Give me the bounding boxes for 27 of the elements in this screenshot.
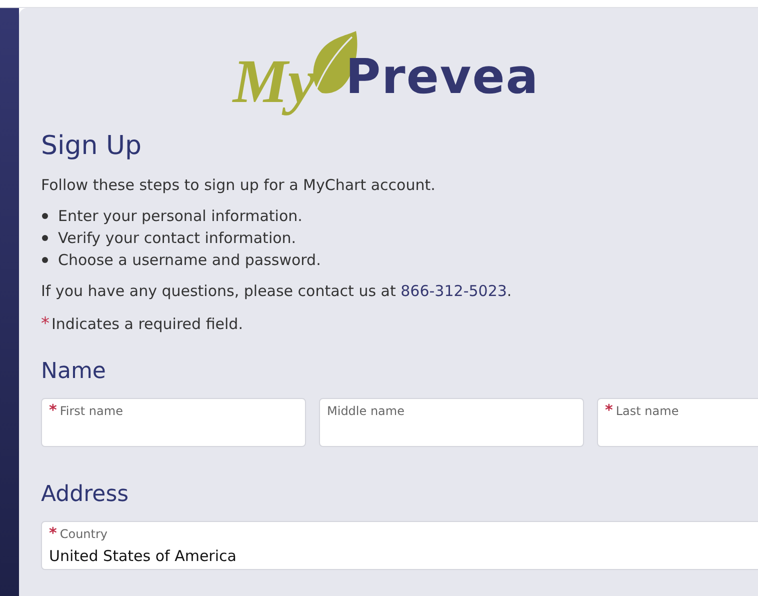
required-icon: * xyxy=(49,527,57,539)
required-icon: * xyxy=(49,404,57,416)
input-field[interactable]: * First name xyxy=(41,398,306,447)
section-heading: Name xyxy=(41,358,107,386)
contact-text: If you have any questions, please contact us at 866-312-5023. xyxy=(41,281,513,301)
phone-link[interactable]: 866-312-5023 xyxy=(400,282,507,300)
input-field[interactable]: Middle name xyxy=(319,398,584,447)
section-heading: Address xyxy=(41,481,130,509)
required-icon: * xyxy=(605,404,613,416)
logo: My Prevea xyxy=(232,31,540,121)
step-text: Enter your personal information. xyxy=(58,206,302,227)
required-note: Indicates a required field. xyxy=(52,315,243,333)
input-field[interactable]: * Last name xyxy=(597,398,758,447)
field-label: Country xyxy=(60,526,108,542)
page-title: Sign Up xyxy=(41,131,143,161)
bullet-icon xyxy=(42,213,48,219)
bullet-icon xyxy=(42,235,48,241)
step-text: Choose a username and password. xyxy=(58,250,321,271)
intro-text: Follow these steps to sign up for a MyChart account. xyxy=(41,175,436,195)
field-value[interactable]: United States of America xyxy=(49,547,758,565)
input-field[interactable]: * Country United States of America xyxy=(41,521,758,570)
field-label: Last name xyxy=(616,403,679,419)
bullet-icon xyxy=(42,257,48,263)
field-label: Middle name xyxy=(327,403,404,419)
field-label: First name xyxy=(60,403,123,419)
required-icon: * xyxy=(41,314,50,334)
step-text: Verify your contact information. xyxy=(58,228,296,249)
